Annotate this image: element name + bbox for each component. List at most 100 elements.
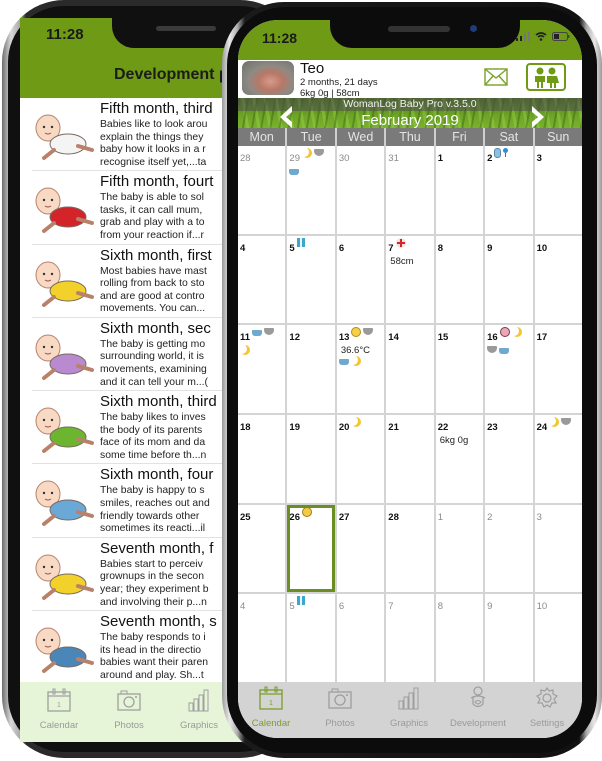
calendar-day[interactable]: 5 xyxy=(287,594,335,682)
day-number: 4 xyxy=(240,242,246,254)
calendar-day[interactable]: 7 58cm xyxy=(386,235,434,324)
calendar-day[interactable]: 11 xyxy=(238,325,286,413)
tab-photos[interactable]: Photos xyxy=(305,686,375,729)
switch-child-button[interactable] xyxy=(526,63,566,91)
day-event-icons xyxy=(252,327,275,337)
calendar-day[interactable]: 13 36.6°C xyxy=(336,325,385,413)
calendar-day[interactable]: 28 xyxy=(238,146,286,234)
child-age: 2 months, 21 days xyxy=(300,77,378,88)
gear-icon xyxy=(512,686,582,715)
item-title: Sixth month, sec xyxy=(100,319,211,337)
calendar-day[interactable]: 24 xyxy=(534,414,582,503)
app-store-mockup: 11:28 Development p Fifth month, third B… xyxy=(0,0,602,761)
sleep-moon-icon xyxy=(302,148,312,158)
tab-label: Settings xyxy=(529,718,565,729)
calendar-day[interactable]: 7 xyxy=(386,594,434,682)
calendar-day[interactable]: 8 xyxy=(435,235,484,324)
tab-development[interactable]: Development xyxy=(443,686,513,729)
calendar-day[interactable]: 10 xyxy=(534,235,582,324)
calendar-day[interactable]: 30 xyxy=(336,146,385,234)
calendar-day[interactable]: 8 xyxy=(435,594,484,682)
item-title: Seventh month, f xyxy=(100,539,214,557)
weekday-label: Sat xyxy=(483,128,532,146)
calendar-day[interactable]: 28 xyxy=(386,504,434,593)
bath-icon xyxy=(289,169,300,175)
svg-text:1: 1 xyxy=(269,700,273,707)
calendar-day[interactable]: 9 xyxy=(485,235,533,324)
day-number: 9 xyxy=(487,601,493,613)
bath-icon xyxy=(252,330,263,337)
calendar-day[interactable]: 10 xyxy=(534,594,582,682)
battery-icon xyxy=(552,32,570,41)
bath-icon xyxy=(338,359,349,366)
diaper-icon xyxy=(264,328,275,336)
camera-icon xyxy=(305,686,375,715)
calendar-day[interactable]: 1 xyxy=(435,504,484,593)
day-note: 36.6°C xyxy=(340,345,370,357)
calendar-day[interactable]: 6 xyxy=(336,235,385,324)
pin-icon xyxy=(503,148,509,157)
calendar-day[interactable]: 17 xyxy=(534,325,582,413)
calendar-day[interactable]: 27 xyxy=(336,504,385,593)
calendar-day[interactable]: 2 xyxy=(485,146,533,234)
svg-text:1: 1 xyxy=(57,702,61,709)
calendar-day[interactable]: 18 xyxy=(238,414,286,503)
day-number: 18 xyxy=(240,421,251,433)
tab-label: Calendar xyxy=(251,718,291,729)
day-number: 29 xyxy=(289,153,300,164)
calendar-day[interactable]: 2 xyxy=(485,504,533,593)
calendar-day[interactable]: 5 xyxy=(287,235,335,324)
calendar-day[interactable]: 12 xyxy=(287,325,335,413)
next-month-icon[interactable] xyxy=(530,105,546,129)
day-event-icons xyxy=(289,166,332,175)
day-event-icons xyxy=(296,596,305,606)
day-number: 3 xyxy=(536,511,542,523)
calendar-day[interactable]: 25 xyxy=(238,504,286,593)
tab-calendar[interactable]: 1 Calendar xyxy=(24,688,94,731)
calendar-day[interactable]: 4 xyxy=(238,235,286,324)
calendar-day[interactable]: 3 xyxy=(534,146,582,234)
day-number: 28 xyxy=(240,153,251,164)
day-event-icons xyxy=(351,327,374,338)
calendar-day[interactable]: 4 xyxy=(238,594,286,682)
sleep-moon-icon xyxy=(351,417,361,427)
day-number: 2 xyxy=(487,511,493,523)
calendar-day[interactable]: 6 xyxy=(336,594,385,682)
calendar-day[interactable]: 14 xyxy=(386,325,434,413)
day-event-icons xyxy=(499,327,522,338)
calendar-day[interactable]: 20 xyxy=(336,414,385,503)
calendar-day[interactable]: 15 xyxy=(435,325,484,413)
baby-illustration xyxy=(26,322,98,386)
mail-icon[interactable] xyxy=(484,68,508,86)
calendar-day[interactable]: 3 xyxy=(534,504,582,593)
calendar-day[interactable]: 23 xyxy=(485,414,533,503)
child-avatar[interactable] xyxy=(242,61,294,95)
day-number: 25 xyxy=(240,511,251,523)
calendar-day[interactable]: 29 xyxy=(287,146,335,234)
calendar-day-selected[interactable]: 26 xyxy=(287,504,335,593)
baby-illustration xyxy=(26,395,98,459)
baby-illustration xyxy=(26,542,98,606)
calendar-day[interactable]: 19 xyxy=(287,414,335,503)
weekday-label: Mon xyxy=(249,130,274,144)
gift-icon xyxy=(296,596,305,606)
tab-graphics[interactable]: Graphics xyxy=(374,686,444,729)
calendar-day[interactable]: 1 xyxy=(435,146,484,234)
weekday-label: Sun xyxy=(532,128,582,146)
calendar-day[interactable]: 21 xyxy=(386,414,434,503)
weekday-label: Tue xyxy=(285,128,334,146)
tab-settings[interactable]: Settings xyxy=(512,686,582,729)
item-title: Seventh month, s xyxy=(100,613,217,631)
day-number: 5 xyxy=(289,601,295,613)
day-note: 6kg 0g xyxy=(439,434,469,446)
camera xyxy=(470,25,477,32)
calendar-day[interactable]: 16 xyxy=(485,325,533,413)
day-event-icons xyxy=(487,345,530,355)
tab-photos[interactable]: Photos xyxy=(94,688,164,731)
calendar-day[interactable]: 31 xyxy=(386,146,434,234)
calendar-day[interactable]: 22 6kg 0g xyxy=(435,414,484,503)
day-number: 15 xyxy=(437,332,449,344)
item-title: Sixth month, third xyxy=(100,393,217,411)
tab-calendar[interactable]: 1 Calendar xyxy=(238,686,306,729)
calendar-day[interactable]: 9 xyxy=(485,594,533,682)
